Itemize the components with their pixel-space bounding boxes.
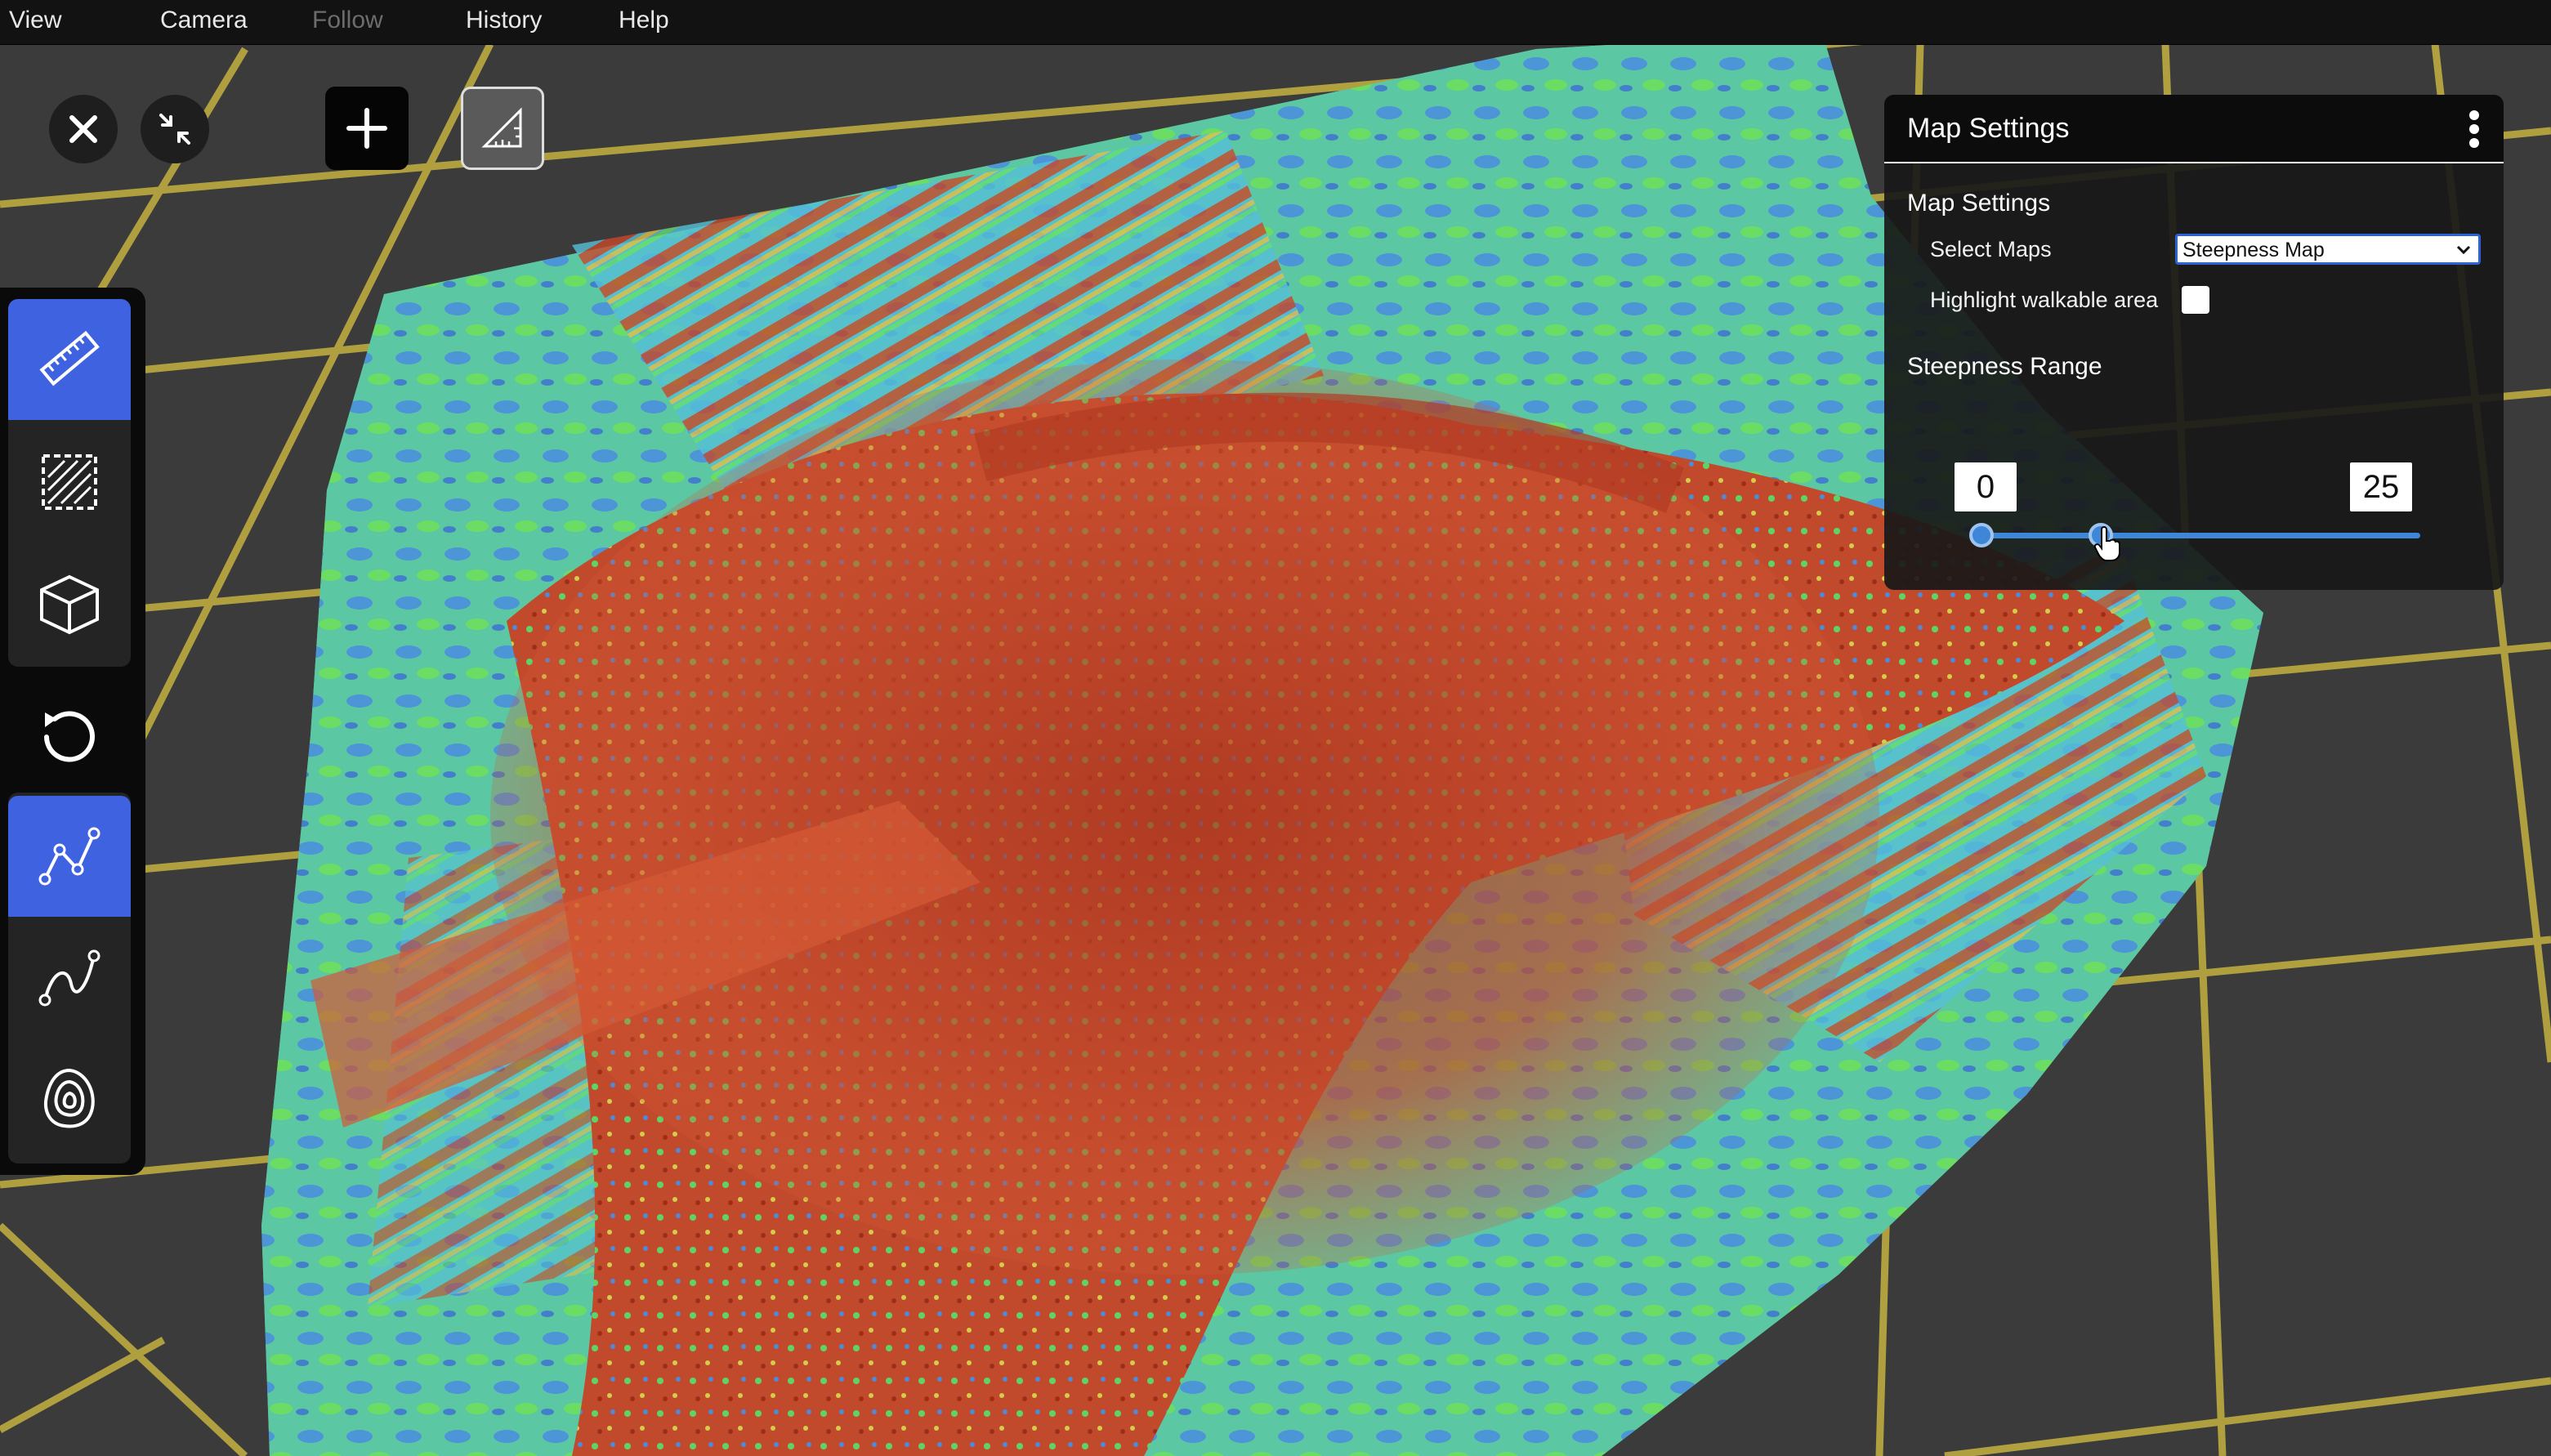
left-toolbar bbox=[0, 288, 145, 1175]
menu-history[interactable]: History bbox=[466, 7, 542, 34]
cube-icon bbox=[40, 574, 99, 635]
ruler-icon bbox=[39, 330, 100, 386]
menu-camera[interactable]: Camera bbox=[160, 7, 248, 34]
measure-tool-group bbox=[8, 299, 131, 667]
select-maps-value: Steepness Map bbox=[2182, 239, 2325, 261]
more-options-icon[interactable] bbox=[2466, 108, 2482, 150]
range-max-value[interactable]: 25 bbox=[2350, 462, 2412, 511]
curve-tool[interactable] bbox=[8, 917, 131, 1038]
hand-cursor-icon bbox=[2093, 526, 2120, 561]
select-maps-dropdown[interactable]: Steepness Map bbox=[2175, 234, 2481, 265]
path-tool-group bbox=[8, 793, 131, 1163]
hatched-area-icon bbox=[42, 454, 97, 510]
close-icon bbox=[69, 115, 97, 143]
select-maps-label: Select Maps bbox=[1930, 237, 2052, 261]
menu-view[interactable]: View bbox=[9, 7, 61, 34]
menu-bar: View Camera Follow History Help bbox=[0, 0, 2551, 45]
reset-view-tool[interactable] bbox=[8, 675, 131, 796]
panel-title: Map Settings bbox=[1907, 113, 2070, 144]
polyline-icon bbox=[38, 827, 101, 886]
panel-header: Map Settings bbox=[1884, 95, 2504, 163]
close-button[interactable] bbox=[49, 95, 118, 163]
polyline-tool[interactable] bbox=[8, 796, 131, 917]
contour-icon bbox=[44, 1068, 95, 1128]
range-min-value[interactable]: 0 bbox=[1955, 462, 2017, 511]
map-settings-panel: Map Settings Map Settings Select Maps St… bbox=[1884, 95, 2504, 590]
section-title: Map Settings bbox=[1907, 190, 2051, 217]
menu-help[interactable]: Help bbox=[619, 7, 669, 34]
chevron-down-icon bbox=[2456, 245, 2471, 255]
steepness-range-title: Steepness Range bbox=[1907, 353, 2102, 380]
ruler-tool[interactable] bbox=[8, 299, 131, 420]
measure-angle-button[interactable] bbox=[461, 87, 544, 170]
collapse-button[interactable] bbox=[141, 95, 209, 163]
steepness-slider-track[interactable] bbox=[1971, 533, 2420, 538]
contour-tool[interactable] bbox=[8, 1038, 131, 1159]
reset-rotate-icon bbox=[44, 711, 95, 762]
highlight-walkable-label: Highlight walkable area bbox=[1930, 288, 2159, 312]
slider-min-handle[interactable] bbox=[1969, 523, 1994, 547]
volume-tool[interactable] bbox=[8, 544, 131, 665]
curve-icon bbox=[38, 949, 101, 1007]
add-button[interactable] bbox=[325, 87, 409, 170]
add-icon bbox=[346, 108, 387, 149]
ruler-triangle-icon bbox=[481, 107, 522, 148]
area-tool[interactable] bbox=[8, 422, 131, 543]
menu-follow[interactable]: Follow bbox=[312, 7, 383, 34]
highlight-walkable-checkbox[interactable] bbox=[2182, 286, 2209, 314]
collapse-icon bbox=[159, 114, 190, 145]
